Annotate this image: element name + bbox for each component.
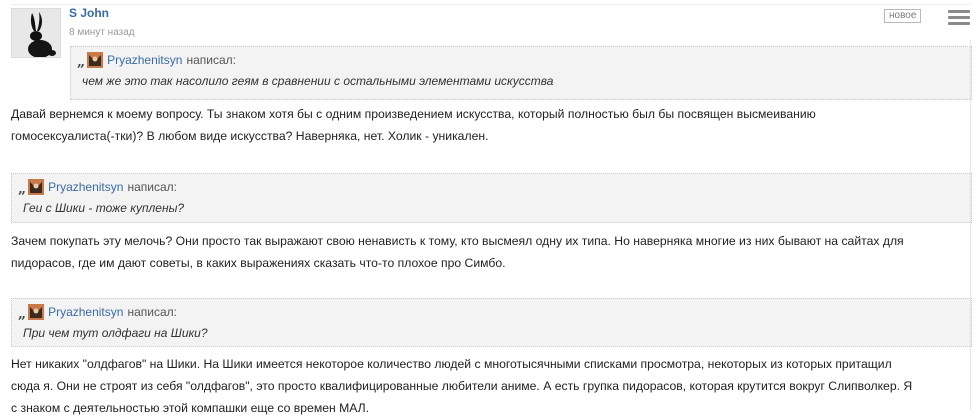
post-paragraph: Нет никаких "олдфагов" на Шики. На Шики … <box>11 353 966 415</box>
paragraph-line: пидорасов, где им дают советы, в каких в… <box>11 256 506 270</box>
paragraph-line: сюда я. Они не строят из себя "олдфагов"… <box>11 379 913 393</box>
quote-mark-icon: „ <box>18 181 26 197</box>
paragraph-line: Давай вернемся к моему вопросу. Ты знако… <box>11 107 816 121</box>
hamburger-menu-icon[interactable] <box>948 10 970 26</box>
user-avatar-icon <box>87 52 104 68</box>
quote-author-link[interactable]: Pryazhenitsyn <box>48 305 123 319</box>
quote-author-link[interactable]: Pryazhenitsyn <box>48 180 123 194</box>
author-name[interactable]: S John <box>69 6 109 20</box>
post-paragraph: Зачем покупать эту мелочь? Они просто та… <box>11 230 966 274</box>
top-divider <box>11 4 971 5</box>
quote-block: „ Pryazhenitsyn написал: чем же это так … <box>70 46 972 100</box>
quote-header: „ Pryazhenitsyn написал: <box>77 51 236 69</box>
quote-said-label: написал: <box>127 180 177 194</box>
quote-author-link[interactable]: Pryazhenitsyn <box>107 53 182 67</box>
paragraph-line: с знаком с деятельностью этой компашки е… <box>11 401 370 415</box>
user-avatar-icon <box>28 179 45 195</box>
quote-said-label: написал: <box>127 305 177 319</box>
new-badge: новое <box>884 9 922 23</box>
post-timestamp: 8 минут назад <box>69 27 135 38</box>
quote-text: чем же это так насолило геям в сравнении… <box>82 74 554 88</box>
quote-text: Геи с Шики - тоже куплены? <box>23 201 185 215</box>
paragraph-line: Нет никаких "олдфагов" на Шики. На Шики … <box>11 357 892 371</box>
scrollbar-edge[interactable] <box>970 40 974 410</box>
paragraph-line: гомосексуалиста(-тки)? В любом виде иску… <box>11 129 489 143</box>
quote-said-label: написал: <box>186 53 236 67</box>
avatar[interactable] <box>11 8 61 58</box>
quote-block: „ Pryazhenitsyn написал: Геи с Шики - то… <box>11 173 972 223</box>
quote-text: При чем тут олдфаги на Шики? <box>23 326 208 340</box>
quote-mark-icon: „ <box>18 306 26 322</box>
quote-block: „ Pryazhenitsyn написал: При чем тут олд… <box>11 298 972 347</box>
black-rabbit-avatar-icon <box>12 9 60 57</box>
quote-header: „ Pryazhenitsyn написал: <box>18 303 177 321</box>
user-avatar-icon <box>28 304 45 320</box>
post-paragraph: Давай вернемся к моему вопросу. Ты знако… <box>11 103 966 147</box>
paragraph-line: Зачем покупать эту мелочь? Они просто та… <box>11 234 904 248</box>
quote-mark-icon: „ <box>77 54 85 70</box>
quote-header: „ Pryazhenitsyn написал: <box>18 178 177 196</box>
